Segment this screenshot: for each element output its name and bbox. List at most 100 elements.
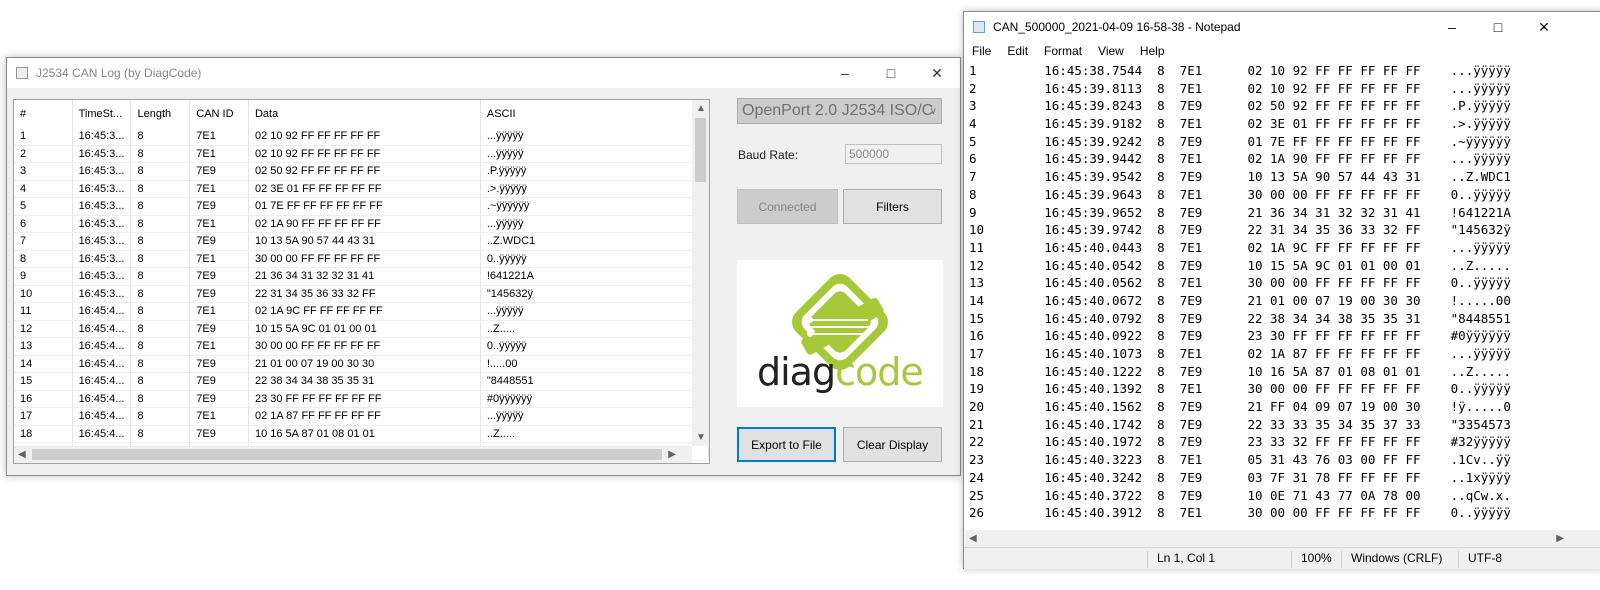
cell-data: 10 16 5A 87 01 08 01 01 (248, 425, 481, 443)
column-header-length[interactable]: Length (130, 100, 191, 128)
can-log-grid[interactable]: # TimeSt... Length CAN ID Data ASCII 1 16… (13, 99, 710, 464)
cell-index: 12 (14, 320, 73, 338)
cell-data: 30 00 00 FF FF FF FF FF (248, 337, 481, 356)
column-header-data[interactable]: Data (248, 100, 481, 128)
table-row[interactable]: 17 16:45:4... 8 7E1 02 1A 87 FF FF FF FF FF.… (14, 407, 709, 426)
cell-ascii: ...ÿÿÿÿÿ (480, 128, 709, 146)
minimize-icon[interactable]: – (822, 58, 868, 88)
cell-ascii: 0..ÿÿÿÿÿ (480, 337, 709, 356)
cell-timestamp: 16:45:3... (72, 145, 132, 163)
table-row[interactable]: 9 16:45:3... 8 7E9 21 36 34 31 32 32 31 41 !6… (14, 267, 709, 286)
cell-timestamp: 16:45:4... (72, 372, 132, 391)
device-select[interactable]: OpenPort 2.0 J2534 ISO/C ∨ (737, 98, 942, 124)
baud-rate-input[interactable]: 500000 (845, 144, 942, 164)
close-icon[interactable]: ✕ (1521, 12, 1567, 42)
cell-ascii: 0..ÿÿÿÿÿ (480, 250, 709, 268)
table-row[interactable]: 18 16:45:4... 8 7E9 10 16 5A 87 01 08 01 01.… (14, 425, 709, 443)
table-row[interactable]: 11 16:45:4... 8 7E1 02 1A 9C FF FF FF FF FF.… (14, 302, 709, 321)
text-line: 25 16:45:40.3722 8 7E9 10 0E 71 43 77 0A… (969, 487, 1511, 503)
canlog-titlebar[interactable]: J2534 CAN Log (by DiagCode) – □ ✕ (7, 58, 960, 88)
text-line: 15 16:45:40.0792 8 7E9 22 38 34 34 38 35… (969, 310, 1511, 326)
grid-vertical-scrollbar[interactable]: ▲ ▼ (692, 100, 709, 446)
table-row[interactable]: 12 16:45:4... 8 7E9 10 15 5A 9C 01 01 00 01.… (14, 320, 709, 338)
column-header-index[interactable]: # (14, 100, 73, 128)
filters-button[interactable]: Filters (843, 189, 942, 224)
maximize-icon[interactable]: □ (1475, 12, 1521, 42)
table-row[interactable]: 1 16:45:3... 8 7E1 02 10 92 FF FF FF FF FF..… (14, 128, 709, 146)
table-row[interactable]: 10 16:45:3... 8 7E9 22 31 34 35 36 33 32 FF "… (14, 285, 709, 303)
status-separator (1147, 551, 1148, 568)
grid-horizontal-scrollbar[interactable]: ◀ ▶ (14, 446, 692, 463)
cell-timestamp: 16:45:3... (72, 267, 132, 286)
cell-data: 02 10 92 FF FF FF FF FF (248, 145, 481, 163)
cell-timestamp: 16:45:4... (72, 320, 132, 338)
cell-canid: 7E1 (189, 250, 249, 268)
scroll-right-icon[interactable]: ▶ (668, 449, 676, 460)
status-position: Ln 1, Col 1 (1157, 551, 1216, 565)
table-row[interactable]: 15 16:45:4... 8 7E9 22 38 34 34 38 35 35 31 "… (14, 372, 709, 391)
cell-data: 30 00 00 FF FF FF FF FF (248, 250, 481, 268)
menu-help[interactable]: Help (1132, 42, 1173, 60)
cell-canid: 7E9 (189, 232, 249, 251)
table-row[interactable]: 7 16:45:3... 8 7E9 10 13 5A 90 57 44 43 31..… (14, 232, 709, 251)
table-row[interactable]: 3 16:45:3... 8 7E9 02 50 92 FF FF FF FF FF .P… (14, 162, 709, 181)
cell-length: 8 (130, 337, 191, 356)
cell-ascii: .>.ÿÿÿÿÿ (480, 180, 709, 198)
minimize-icon[interactable]: – (1429, 12, 1475, 42)
cell-canid: 7E1 (189, 128, 249, 146)
table-row[interactable]: 13 16:45:4... 8 7E1 30 00 00 FF FF FF FF FF 0… (14, 337, 709, 356)
device-select-value: OpenPort 2.0 J2534 ISO/C (742, 102, 934, 119)
table-row[interactable]: 6 16:45:3... 8 7E1 02 1A 90 FF FF FF FF FF..… (14, 215, 709, 233)
column-header-timestamp[interactable]: TimeSt... (72, 100, 132, 128)
cell-ascii: !.....00 (480, 355, 709, 373)
notepad-horizontal-scrollbar[interactable]: ◀ ▶ (965, 530, 1600, 547)
cell-length: 8 (130, 285, 191, 303)
menu-edit[interactable]: Edit (999, 42, 1036, 60)
notepad-text-area[interactable]: 1 16:45:38.7544 8 7E1 02 10 92 FF FF FF … (965, 62, 1585, 530)
table-row[interactable]: 2 16:45:3... 8 7E1 02 10 92 FF FF FF FF FF..… (14, 145, 709, 163)
cell-canid: 7E9 (189, 285, 249, 303)
cell-index: 18 (14, 425, 73, 443)
cell-timestamp: 16:45:3... (72, 215, 132, 233)
cell-index: 7 (14, 232, 73, 251)
table-row[interactable]: 8 16:45:3... 8 7E1 30 00 00 FF FF FF FF FF 0.… (14, 250, 709, 268)
cell-data: 01 7E FF FF FF FF FF FF (248, 197, 481, 216)
text-line: 17 16:45:40.1073 8 7E1 02 1A 87 FF FF FF… (969, 346, 1511, 361)
cell-length: 8 (130, 407, 191, 426)
grid-horizontal-thumb[interactable] (32, 449, 662, 460)
cell-canid: 7E1 (189, 215, 249, 233)
table-row[interactable]: 5 16:45:3... 8 7E9 01 7E FF FF FF FF FF FF .~… (14, 197, 709, 216)
canlog-title: J2534 CAN Log (by DiagCode) (36, 66, 202, 80)
notepad-titlebar[interactable]: CAN_500000_2021-04-09 16-58-38 - Notepad… (964, 12, 1600, 42)
text-line: 8 16:45:39.9643 8 7E1 30 00 00 FF FF FF … (969, 186, 1511, 202)
cell-timestamp: 16:45:3... (72, 128, 132, 146)
cell-index: 4 (14, 180, 73, 198)
scroll-left-icon[interactable]: ◀ (969, 533, 977, 544)
scroll-left-icon[interactable]: ◀ (18, 449, 26, 460)
table-row[interactable]: 4 16:45:3... 8 7E1 02 3E 01 FF FF FF FF FF .>… (14, 180, 709, 198)
close-icon[interactable]: ✕ (914, 58, 960, 88)
cell-length: 8 (130, 250, 191, 268)
cell-timestamp: 16:45:3... (72, 162, 132, 181)
scroll-up-icon[interactable]: ▲ (696, 103, 706, 114)
column-header-canid[interactable]: CAN ID (189, 100, 249, 128)
app-icon (16, 67, 28, 79)
clear-display-button[interactable]: Clear Display (843, 427, 942, 462)
column-header-ascii[interactable]: ASCII (480, 100, 709, 128)
menu-format[interactable]: Format (1036, 42, 1090, 60)
maximize-icon[interactable]: □ (868, 58, 914, 88)
menu-view[interactable]: View (1090, 42, 1132, 60)
scroll-down-icon[interactable]: ▼ (696, 432, 706, 443)
text-line: 4 16:45:39.9182 8 7E1 02 3E 01 FF FF FF … (969, 116, 1511, 132)
table-row[interactable]: 14 16:45:4... 8 7E9 21 01 00 07 19 00 30 30!… (14, 355, 709, 373)
table-row[interactable]: 16 16:45:4... 8 7E9 23 30 FF FF FF FF FF FF #… (14, 390, 709, 408)
scroll-right-icon[interactable]: ▶ (1556, 533, 1564, 544)
export-to-file-button[interactable]: Export to File (737, 427, 836, 462)
grid-vertical-thumb[interactable] (695, 118, 706, 182)
text-line: 7 16:45:39.9542 8 7E9 10 13 5A 90 57 44 … (969, 169, 1511, 185)
connected-button[interactable]: Connected (737, 189, 838, 224)
cell-data: 02 1A 90 FF FF FF FF FF (248, 215, 481, 233)
notepad-menubar: File Edit Format View Help (964, 42, 1600, 60)
menu-file[interactable]: File (964, 42, 999, 60)
cell-canid: 7E9 (189, 390, 249, 408)
